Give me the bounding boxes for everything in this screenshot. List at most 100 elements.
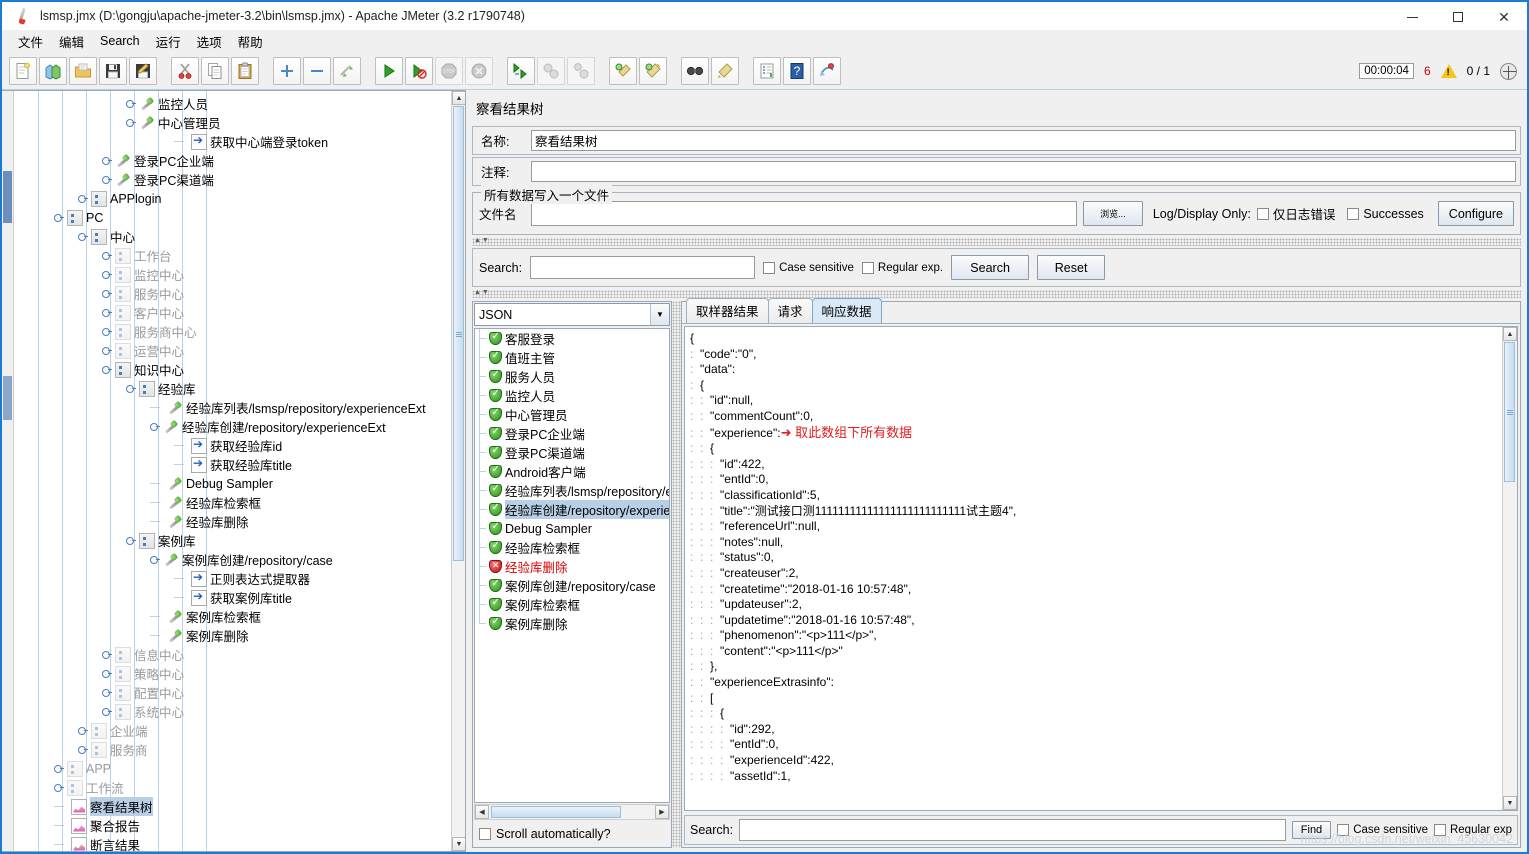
tree-expand-handle-icon[interactable] [78, 726, 88, 735]
filename-input[interactable] [531, 201, 1077, 226]
tree-expand-handle-icon[interactable] [102, 650, 112, 659]
help-icon[interactable]: ? [783, 56, 811, 85]
tree-node[interactable]: 客户中心 [102, 303, 184, 322]
tree-node[interactable]: 经验库删除 [150, 512, 249, 531]
tree-node[interactable]: 经验库 [126, 379, 196, 398]
chevron-down-icon[interactable]: ▼ [650, 304, 669, 325]
tree-node[interactable]: 经验库检索框 [150, 493, 261, 512]
upper-splitter[interactable]: ▲▼ [472, 237, 1521, 246]
search-case-sensitive-box[interactable] [763, 261, 776, 274]
undo-icon[interactable] [813, 56, 841, 85]
result-list-item[interactable]: 案例库检索框 [475, 595, 669, 614]
search-button[interactable]: Search [951, 255, 1030, 280]
result-list-item[interactable]: 登录PC企业端 [475, 424, 669, 443]
warning-triangle-icon[interactable] [1440, 64, 1457, 78]
collapse-icon[interactable] [303, 56, 331, 85]
renderer-select[interactable]: JSON ▼ [474, 303, 670, 326]
search-icon[interactable] [681, 56, 709, 85]
tree-node[interactable]: 经验库列表/lsmsp/repository/experienceExt [150, 398, 426, 417]
results-viewer-splitter[interactable] [672, 301, 681, 848]
viewer-case-sensitive-checkbox[interactable]: Case sensitive [1337, 824, 1428, 836]
tree-node[interactable]: 登录PC企业端 [102, 151, 214, 170]
menu-edit[interactable]: 编辑 [51, 30, 92, 53]
result-list-item[interactable]: Android客户端 [475, 462, 669, 481]
configure-button[interactable]: Configure [1437, 201, 1514, 226]
tree-expand-handle-icon[interactable] [54, 783, 64, 792]
splitter-arrows-icon[interactable]: ▲▼ [474, 237, 490, 244]
tree-node[interactable]: APPlogin [78, 189, 161, 208]
outer-vertical-scrollbar[interactable] [2, 91, 14, 851]
menu-file[interactable]: 文件 [10, 30, 51, 53]
successes-checkbox-box[interactable] [1347, 207, 1360, 220]
viewer-regular-exp-checkbox[interactable]: Regular exp [1433, 824, 1512, 836]
viewer-case-sensitive-box[interactable] [1337, 824, 1350, 836]
tree-scroll-up-arrow[interactable]: ▲ [452, 91, 465, 105]
tree-expand-handle-icon[interactable] [78, 745, 88, 754]
result-list-item[interactable]: 值班主管 [475, 348, 669, 367]
tree-node[interactable]: 案例库检索框 [150, 607, 261, 626]
tree-node[interactable]: 中心 [78, 227, 135, 246]
tree-node[interactable]: 企业端 [78, 721, 148, 740]
maximize-button[interactable] [1435, 2, 1481, 32]
search-regular-exp-checkbox[interactable]: Regular exp. [861, 261, 943, 274]
tree-expand-handle-icon[interactable] [126, 118, 136, 127]
close-button[interactable]: ✕ [1481, 2, 1527, 32]
open-icon[interactable] [69, 56, 97, 85]
tree-expand-handle-icon[interactable] [102, 688, 112, 697]
tree-expand-handle-icon[interactable] [102, 175, 112, 184]
tree-expand-handle-icon[interactable] [78, 232, 88, 241]
start-no-pauses-icon[interactable] [405, 56, 433, 85]
tree-node[interactable]: 服务商 [78, 740, 148, 759]
tree-scroll-thumb[interactable] [453, 106, 464, 561]
result-list-item[interactable]: 案例库删除 [475, 614, 669, 633]
tree-node[interactable]: 登录PC渠道端 [102, 170, 214, 189]
scroll-automatically-checkbox[interactable]: Scroll automatically? [473, 821, 671, 847]
tree-node[interactable]: 察看结果树 [54, 797, 153, 816]
viewer-scroll-down-arrow[interactable]: ▼ [1503, 796, 1517, 810]
result-list-item[interactable]: 客服登录 [475, 329, 669, 348]
remote-start-all-icon[interactable] [507, 56, 535, 85]
tree-expand-handle-icon[interactable] [102, 346, 112, 355]
tab-response-data[interactable]: 响应数据 [811, 298, 882, 323]
results-hscroll-right-arrow[interactable]: ▶ [655, 805, 669, 819]
viewer-vertical-scrollbar[interactable]: ▲ ▼ [1502, 327, 1517, 810]
scroll-automatically-box[interactable] [479, 828, 491, 840]
results-horizontal-scrollbar[interactable]: ◀ ▶ [474, 804, 670, 820]
tree-expand-handle-icon[interactable] [54, 764, 64, 773]
expand-icon[interactable] [273, 56, 301, 85]
results-hscroll-thumb[interactable] [491, 806, 621, 818]
tree-node[interactable]: 工作台 [102, 246, 172, 265]
tree-node[interactable]: 工作流 [54, 778, 124, 797]
tree-node[interactable]: 正则表达式提取器 [174, 569, 310, 588]
tree-node[interactable]: 断言结果 [54, 835, 140, 851]
paste-icon[interactable] [231, 56, 259, 85]
clear-all-icon[interactable] [639, 56, 667, 85]
tree-expand-handle-icon[interactable] [102, 327, 112, 336]
tree-expand-handle-icon[interactable] [102, 270, 112, 279]
name-input[interactable] [531, 130, 1516, 151]
function-helper-icon[interactable] [753, 56, 781, 85]
search-case-sensitive-checkbox[interactable]: Case sensitive [763, 261, 854, 274]
tree-node[interactable]: 服务商中心 [102, 322, 197, 341]
errors-only-checkbox-box[interactable] [1256, 207, 1269, 220]
tree-node[interactable]: 案例库创建/repository/case [150, 550, 333, 569]
tab-request[interactable]: 请求 [767, 298, 813, 323]
result-list-item[interactable]: 登录PC渠道端 [475, 443, 669, 462]
tree-expand-handle-icon[interactable] [78, 194, 88, 203]
menu-help[interactable]: 帮助 [230, 30, 271, 53]
tree-expand-handle-icon[interactable] [102, 289, 112, 298]
tree-node[interactable]: 案例库 [126, 531, 196, 550]
tree-node[interactable]: 配置中心 [102, 683, 184, 702]
tree-expand-handle-icon[interactable] [102, 251, 112, 260]
tree-expand-handle-icon[interactable] [102, 308, 112, 317]
tree-expand-handle-icon[interactable] [126, 384, 136, 393]
tab-sampler-result[interactable]: 取样器结果 [686, 298, 769, 323]
response-data-viewer[interactable]: {: "code":"0",: "data":: {: : "id":null,… [684, 326, 1518, 811]
tree-node[interactable]: 知识中心 [102, 360, 184, 379]
tree-expand-handle-icon[interactable] [102, 669, 112, 678]
test-plan-tree[interactable]: 监控人员中心管理员获取中心端登录token 登录PC企业端登录PC渠道端 APPlo… [14, 91, 465, 851]
result-list-item[interactable]: Debug Sampler [475, 519, 669, 538]
tree-expand-handle-icon[interactable] [102, 365, 112, 374]
menu-search[interactable]: Search [92, 32, 148, 50]
results-list[interactable]: 客服登录值班主管服务人员监控人员中心管理员登录PC企业端登录PC渠道端 Andro… [474, 328, 670, 803]
